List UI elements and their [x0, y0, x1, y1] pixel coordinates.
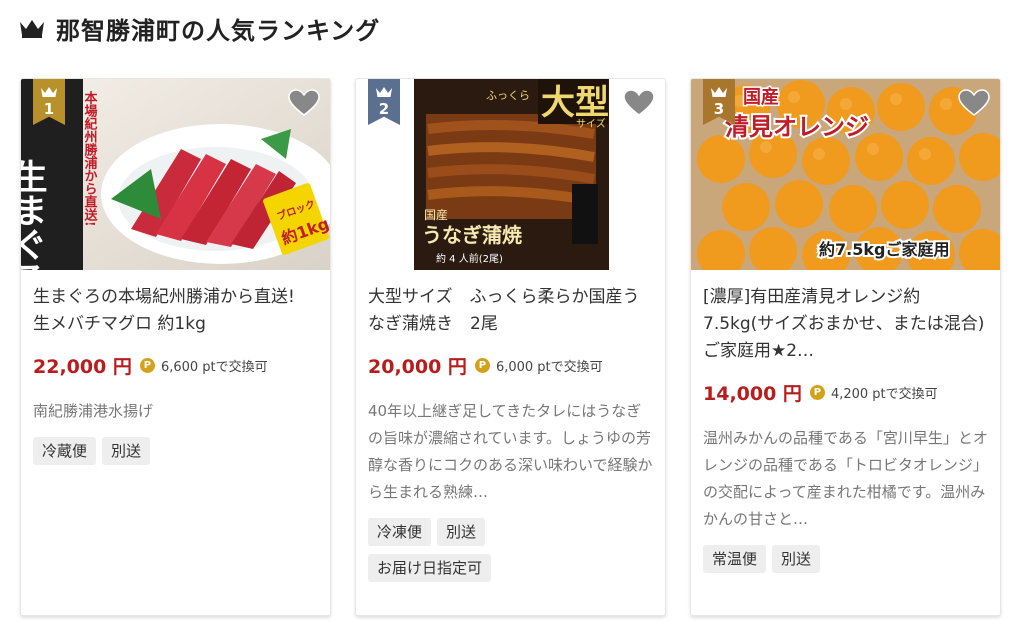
product-image[interactable]: 本場紀州勝浦から直送! 生まぐろ ブロック 約1kg 1	[21, 79, 330, 270]
overlay-size: サイズ	[576, 117, 606, 130]
crown-icon	[711, 87, 727, 97]
price: 22,000 円	[33, 355, 132, 378]
eel-image: 大型 ふっくら サイズ 国産 うなぎ蒲焼 約 4 人前(2尾)	[356, 79, 665, 270]
tag: 常温便	[703, 545, 767, 573]
description: 南紀勝浦港水揚げ	[33, 402, 154, 420]
overlay-vertical-text: 本場紀州勝浦から直送!	[82, 90, 99, 226]
price-row: 20,000 円 P 6,000 ptで交換可	[368, 352, 653, 378]
overlay-fluffy: ふっくら	[486, 89, 530, 102]
overlay-eel: うなぎ蒲焼	[422, 223, 522, 247]
product-title[interactable]: [濃厚]有田産清見オレンジ約7.5kg(サイズおまかせ、または混合)ご家庭用★2…	[703, 284, 988, 365]
overlay-big: 大型	[541, 83, 609, 123]
tag: 冷蔵便	[33, 437, 97, 465]
point-icon: P	[809, 384, 825, 400]
overlay-origin: 国産	[743, 86, 779, 108]
ranking-card-2[interactable]: 大型 ふっくら サイズ 国産 うなぎ蒲焼 約 4 人前(2尾) 2 大型サイズ …	[355, 78, 666, 616]
crown-icon	[376, 87, 392, 97]
description: 温州みかんの品種である「宮川早生」とオレンジの品種である「トロビタオレンジ」の交…	[703, 429, 988, 528]
ranking-card-3[interactable]: 国産 清見オレンジ 約7.5kgご家庭用 3 [濃厚]有田産清見オレンジ約7.5…	[690, 78, 1001, 616]
crown-icon	[20, 20, 44, 38]
price: 20,000 円	[368, 355, 467, 378]
tag: 冷凍便	[368, 518, 432, 546]
tag: 別送	[437, 518, 486, 546]
price-row: 22,000 円 P 6,600 ptで交換可	[33, 352, 318, 378]
ranking-card-1[interactable]: 本場紀州勝浦から直送! 生まぐろ ブロック 約1kg 1 生まぐろの本場紀州勝浦…	[20, 78, 331, 616]
overlay-big-text: 生まぐろ	[21, 159, 47, 270]
tag: お届け日指定可	[368, 554, 492, 582]
points: 4,200 ptで交換可	[830, 386, 938, 402]
rank-number: 3	[713, 100, 725, 118]
rank-number: 1	[43, 100, 55, 118]
points: 6,000 ptで交換可	[495, 359, 603, 375]
tag: 別送	[102, 437, 151, 465]
ranking-header: 那智勝浦町の人気ランキング	[18, 8, 380, 48]
orange-image: 国産 清見オレンジ 約7.5kgご家庭用	[691, 79, 1000, 270]
tuna-image: 本場紀州勝浦から直送! 生まぐろ ブロック 約1kg	[21, 79, 330, 270]
page-title: 那智勝浦町の人気ランキング	[56, 16, 381, 45]
overlay-name: 清見オレンジ	[725, 112, 869, 141]
heart-icon[interactable]	[958, 89, 990, 117]
points: 6,600 ptで交換可	[160, 359, 268, 375]
point-icon: P	[139, 357, 155, 373]
overlay-weight: 約7.5kgご家庭用	[819, 240, 949, 259]
tag-list: 冷凍便 別送 お届け日指定可	[368, 518, 588, 582]
overlay-domestic: 国産	[424, 207, 448, 222]
product-image[interactable]: 国産 清見オレンジ 約7.5kgご家庭用 3	[691, 79, 1000, 270]
rank-number: 2	[378, 100, 390, 118]
description: 40年以上継ぎ足してきたタレにはうなぎの旨味が濃縮されています。しょうゆの芳醇な…	[368, 402, 653, 501]
overlay-servings: 約 4 人前(2尾)	[436, 252, 503, 265]
tag-list: 冷蔵便 別送	[33, 437, 253, 465]
tag-list: 常温便 別送	[703, 545, 923, 573]
price-row: 14,000 円 P 4,200 ptで交換可	[703, 379, 988, 405]
heart-icon[interactable]	[288, 89, 320, 117]
product-title[interactable]: 大型サイズ ふっくら柔らか国産うなぎ蒲焼き 2尾	[368, 284, 653, 338]
product-image[interactable]: 大型 ふっくら サイズ 国産 うなぎ蒲焼 約 4 人前(2尾) 2	[356, 79, 665, 270]
tag: 別送	[772, 545, 821, 573]
product-title[interactable]: 生まぐろの本場紀州勝浦から直送! 生メバチマグロ 約1kg	[33, 284, 318, 338]
price: 14,000 円	[703, 382, 802, 405]
point-icon: P	[474, 357, 490, 373]
crown-icon	[41, 87, 57, 97]
heart-icon[interactable]	[623, 89, 655, 117]
